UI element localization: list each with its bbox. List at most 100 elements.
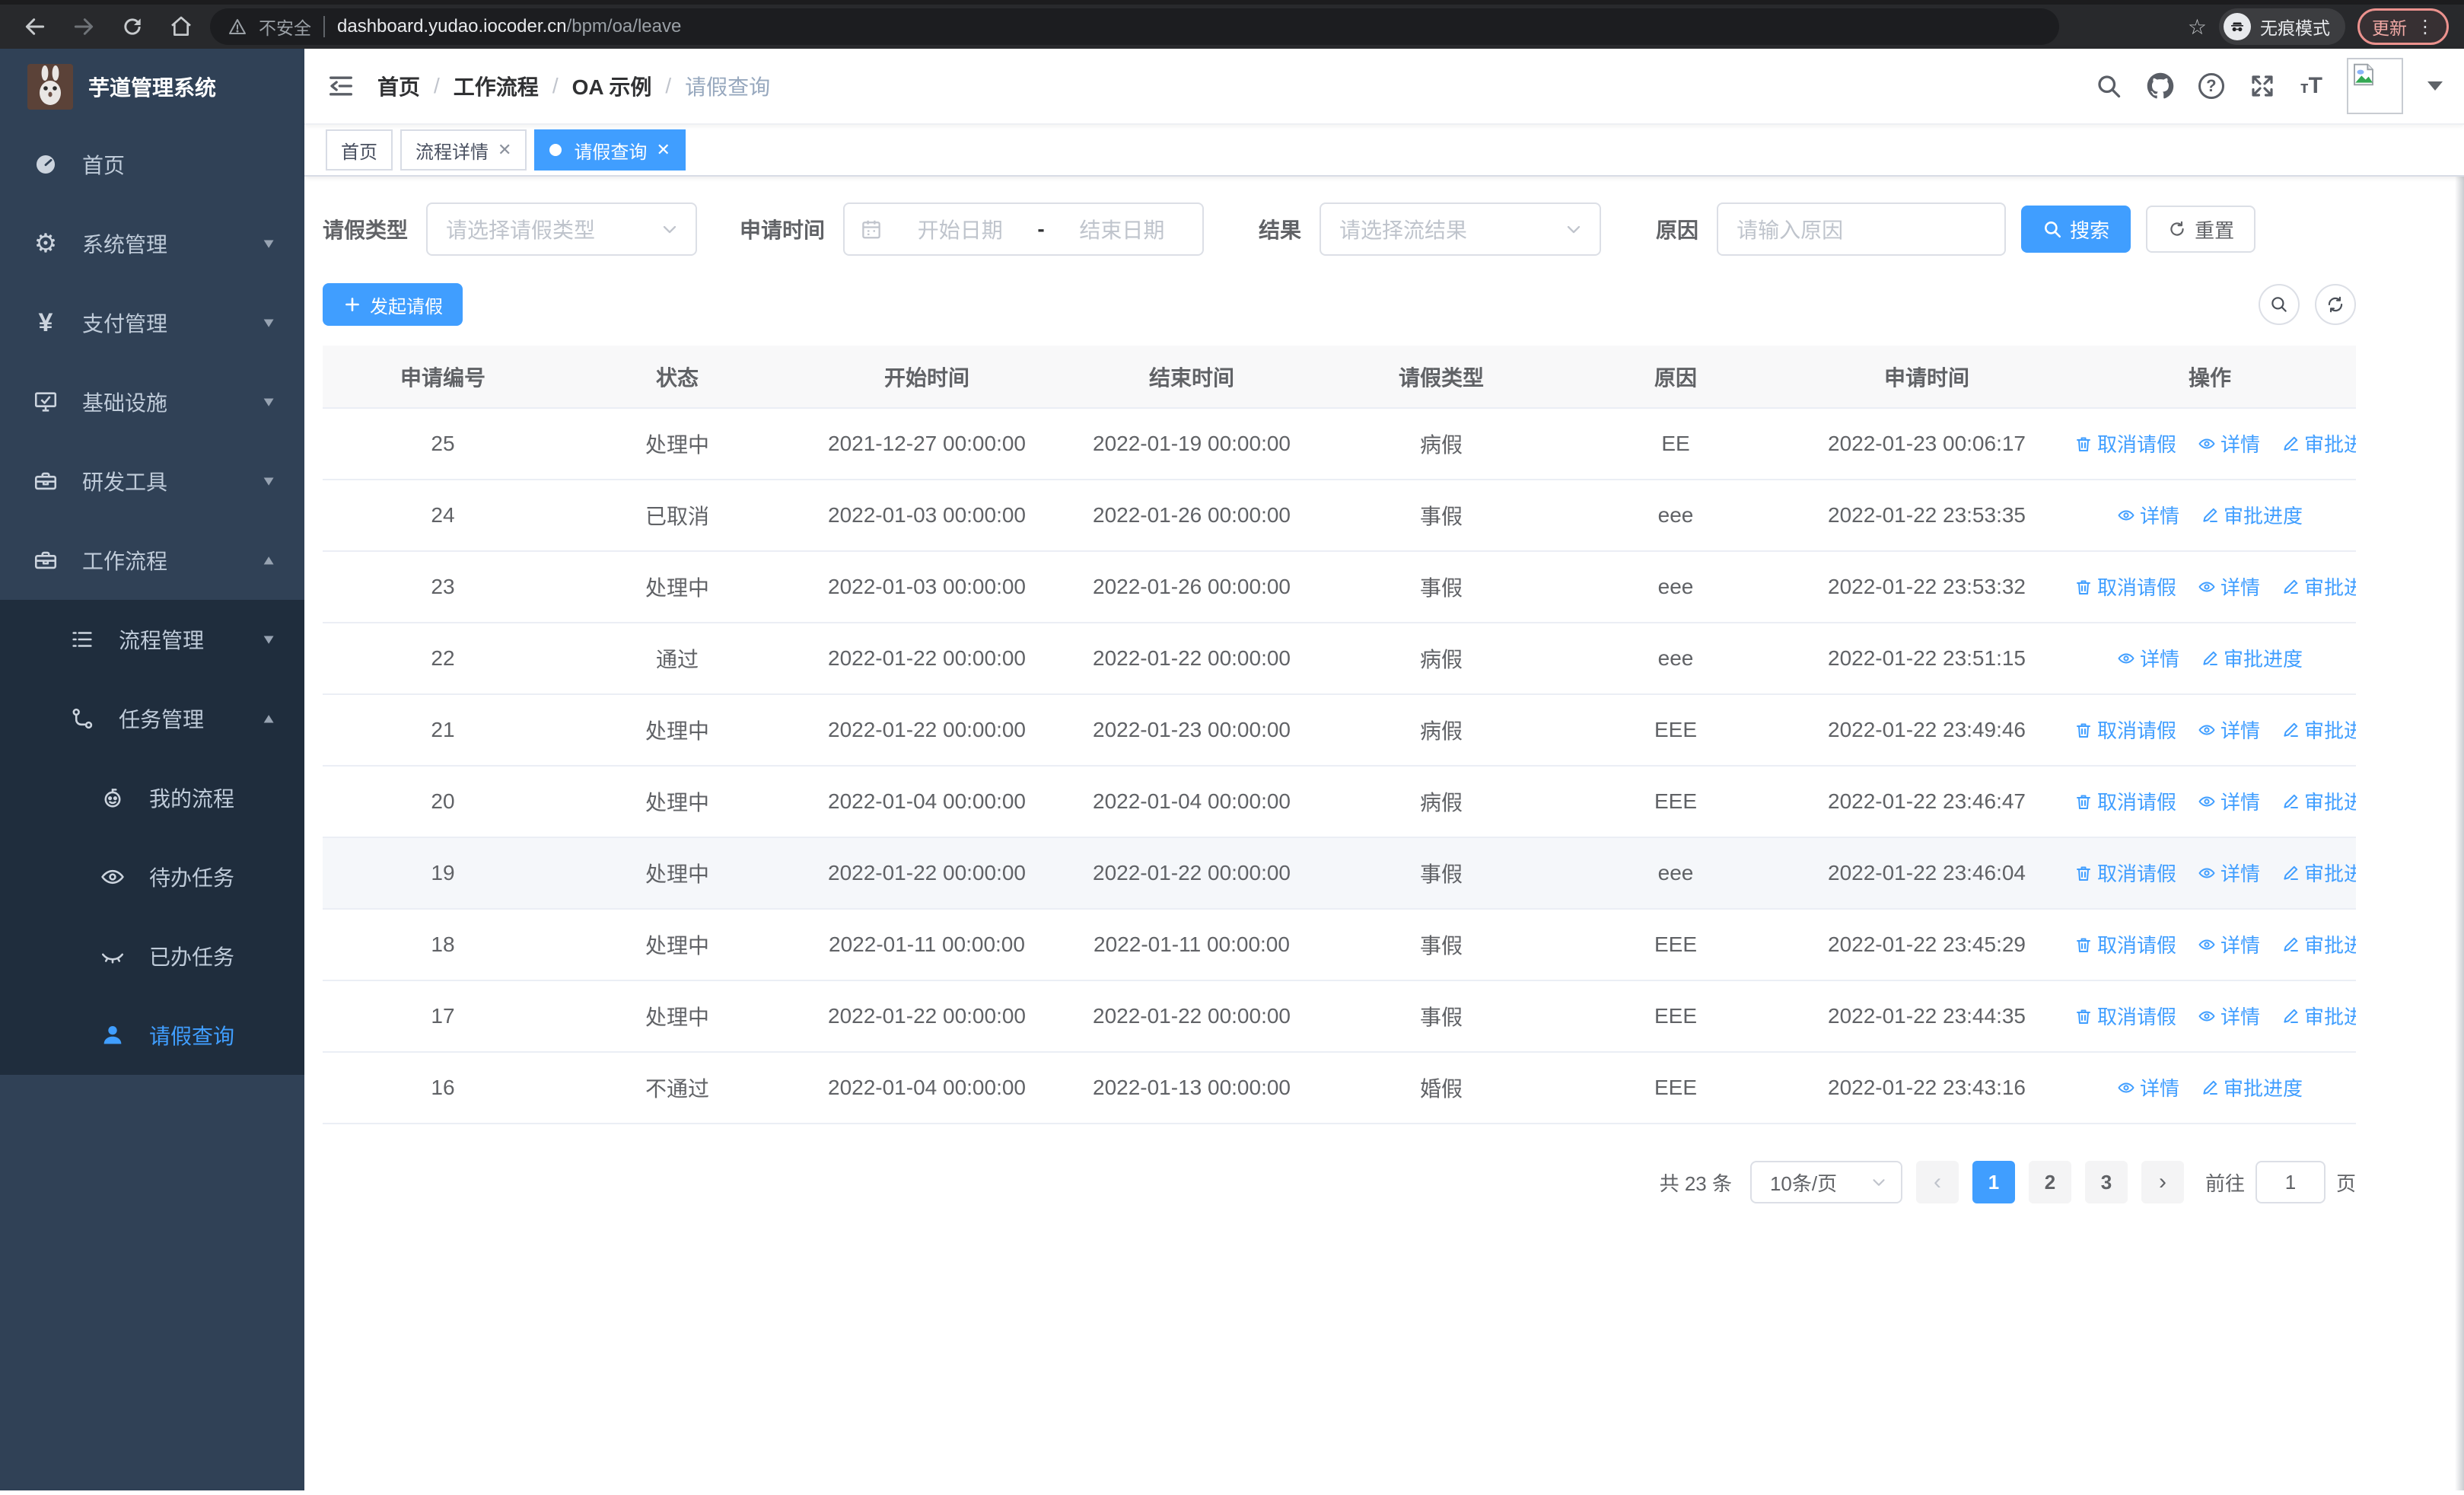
sidebar: 芋道管理系统 首页 ⚙ 系统管理 ▼ ¥ 支付管理 ▼ 基础设施 ▼ 研发工具 …: [0, 49, 304, 1490]
breadcrumb-home[interactable]: 首页: [377, 71, 420, 101]
sidebar-item-home[interactable]: 首页: [0, 125, 304, 204]
cell-actions: 取消请假详情审批进度: [2064, 909, 2356, 981]
sidebar-item-task-mgmt[interactable]: 任务管理 ▲: [0, 679, 304, 758]
browser-reload-icon[interactable]: [113, 7, 152, 46]
leave-type-select[interactable]: 请选择请假类型: [426, 202, 698, 256]
tab-process-detail[interactable]: 流程详情 ✕: [400, 129, 527, 171]
avatar-caret-icon[interactable]: [2427, 81, 2443, 98]
sidebar-collapse-icon[interactable]: [326, 71, 356, 101]
sidebar-item-my-process[interactable]: 我的流程: [0, 758, 304, 837]
sidebar-item-leave-query[interactable]: 请假查询: [0, 996, 304, 1075]
font-size-icon[interactable]: тT: [2300, 73, 2322, 99]
approval-progress-link[interactable]: 审批进度: [2281, 1002, 2356, 1030]
breadcrumb-workflow[interactable]: 工作流程: [454, 71, 539, 101]
approval-progress-link[interactable]: 审批进度: [2201, 501, 2303, 529]
search-icon[interactable]: [2095, 72, 2122, 100]
page-button-1[interactable]: 1: [1972, 1161, 2015, 1203]
tab-leave-query[interactable]: 请假查询 ✕: [534, 129, 686, 171]
toggle-search-button[interactable]: [2259, 284, 2300, 325]
detail-link[interactable]: 详情: [2198, 429, 2260, 457]
next-page-button[interactable]: ›: [2141, 1161, 2184, 1203]
goto-page-input[interactable]: 1: [2255, 1161, 2326, 1203]
result-select[interactable]: 请选择流结果: [1320, 202, 1602, 256]
cell-start: 2022-01-04 00:00:00: [791, 1052, 1062, 1124]
cell-status: 处理中: [563, 980, 791, 1053]
sidebar-item-devtools[interactable]: 研发工具 ▼: [0, 441, 304, 521]
cell-actions: 取消请假详情审批进度: [2064, 837, 2356, 910]
sidebar-item-system[interactable]: ⚙ 系统管理 ▼: [0, 204, 304, 283]
fullscreen-icon[interactable]: [2249, 72, 2276, 100]
approval-progress-link[interactable]: 审批进度: [2201, 644, 2303, 672]
cancel-leave-link[interactable]: 取消请假: [2074, 429, 2176, 457]
cell-id: 17: [323, 980, 563, 1053]
approval-progress-link[interactable]: 审批进度: [2281, 572, 2356, 601]
page-size-select[interactable]: 10条/页: [1749, 1161, 1902, 1203]
breadcrumb: 首页 / 工作流程 / OA 示例 / 请假查询: [377, 71, 770, 101]
cancel-leave-link[interactable]: 取消请假: [2074, 787, 2176, 815]
breadcrumb-separator: /: [665, 74, 672, 97]
browser-forward-icon[interactable]: [64, 7, 103, 46]
refresh-table-button[interactable]: [2315, 284, 2356, 325]
reset-button[interactable]: 重置: [2146, 206, 2256, 253]
cancel-leave-link[interactable]: 取消请假: [2074, 572, 2176, 601]
browser-menu-icon[interactable]: ⋮: [2416, 16, 2434, 38]
prev-page-button[interactable]: ‹: [1915, 1161, 1959, 1203]
sidebar-item-workflow[interactable]: 工作流程 ▲: [0, 521, 304, 600]
approval-progress-link[interactable]: 审批进度: [2281, 859, 2356, 887]
detail-link[interactable]: 详情: [2198, 716, 2260, 744]
create-leave-button[interactable]: 发起请假: [323, 283, 463, 326]
cell-applied: 2022-01-22 23:46:47: [1790, 766, 2064, 838]
cancel-leave-link[interactable]: 取消请假: [2074, 930, 2176, 958]
sidebar-item-done-tasks[interactable]: 已办任务: [0, 916, 304, 996]
help-icon[interactable]: ?: [2198, 73, 2224, 99]
detail-link[interactable]: 详情: [2198, 787, 2260, 815]
tags-view: 首页 流程详情 ✕ 请假查询 ✕: [304, 125, 2464, 177]
detail-link[interactable]: 详情: [2198, 930, 2260, 958]
scrollbar[interactable]: [2455, 49, 2464, 1490]
security-label[interactable]: 不安全: [259, 14, 311, 40]
detail-link[interactable]: 详情: [2117, 644, 2179, 672]
breadcrumb-oa-example[interactable]: OA 示例: [572, 71, 652, 101]
bookmark-star-icon[interactable]: ☆: [2188, 14, 2207, 40]
detail-link[interactable]: 详情: [2198, 1002, 2260, 1030]
apply-time-range-picker[interactable]: 开始日期 - 结束日期: [843, 202, 1205, 256]
approval-progress-link[interactable]: 审批进度: [2281, 716, 2356, 744]
detail-link[interactable]: 详情: [2198, 859, 2260, 887]
browser-back-icon[interactable]: [15, 7, 55, 46]
sidebar-item-process-mgmt[interactable]: 流程管理 ▼: [0, 600, 304, 679]
cell-start: 2022-01-22 00:00:00: [791, 980, 1062, 1053]
page-button-3[interactable]: 3: [2084, 1161, 2128, 1203]
end-date-placeholder[interactable]: 结束日期: [1057, 214, 1187, 244]
url-text[interactable]: dashboard.yudao.iocoder.cn/bpm/oa/leave: [337, 16, 681, 37]
avatar[interactable]: [2347, 58, 2403, 114]
cancel-leave-link[interactable]: 取消请假: [2074, 859, 2176, 887]
robot-icon: [97, 785, 128, 811]
github-icon[interactable]: [2147, 72, 2174, 100]
address-bar[interactable]: 不安全 dashboard.yudao.iocoder.cn/bpm/oa/le…: [210, 8, 2059, 45]
detail-link[interactable]: 详情: [2117, 1073, 2179, 1101]
approval-progress-link[interactable]: 审批进度: [2281, 930, 2356, 958]
approval-progress-link[interactable]: 审批进度: [2201, 1073, 2303, 1101]
tab-home[interactable]: 首页: [326, 129, 393, 171]
sidebar-item-infra[interactable]: 基础设施 ▼: [0, 362, 304, 441]
detail-link[interactable]: 详情: [2198, 572, 2260, 601]
approval-progress-link[interactable]: 审批进度: [2281, 787, 2356, 815]
approval-progress-link[interactable]: 审批进度: [2281, 429, 2356, 457]
cancel-leave-link[interactable]: 取消请假: [2074, 716, 2176, 744]
browser-update-button[interactable]: 更新 ⋮: [2357, 8, 2449, 45]
cancel-leave-link[interactable]: 取消请假: [2074, 1002, 2176, 1030]
sidebar-item-payment[interactable]: ¥ 支付管理 ▼: [0, 283, 304, 362]
sidebar-item-todo-tasks[interactable]: 待办任务: [0, 837, 304, 916]
close-icon[interactable]: ✕: [656, 140, 670, 160]
reason-input[interactable]: 请输入原因: [1717, 202, 2007, 256]
search-button[interactable]: 搜索: [2021, 206, 2131, 253]
detail-link[interactable]: 详情: [2117, 501, 2179, 529]
start-date-placeholder[interactable]: 开始日期: [895, 214, 1025, 244]
close-icon[interactable]: ✕: [498, 140, 511, 160]
table-row: 24 已取消 2022-01-03 00:00:00 2022-01-26 00:00…: [323, 480, 2356, 552]
browser-home-icon[interactable]: [161, 7, 201, 46]
security-warning-icon[interactable]: [228, 18, 247, 36]
chevron-down-icon: [1563, 218, 1584, 240]
page-button-2[interactable]: 2: [2028, 1161, 2071, 1203]
app-logo-row[interactable]: 芋道管理系统: [0, 49, 304, 125]
